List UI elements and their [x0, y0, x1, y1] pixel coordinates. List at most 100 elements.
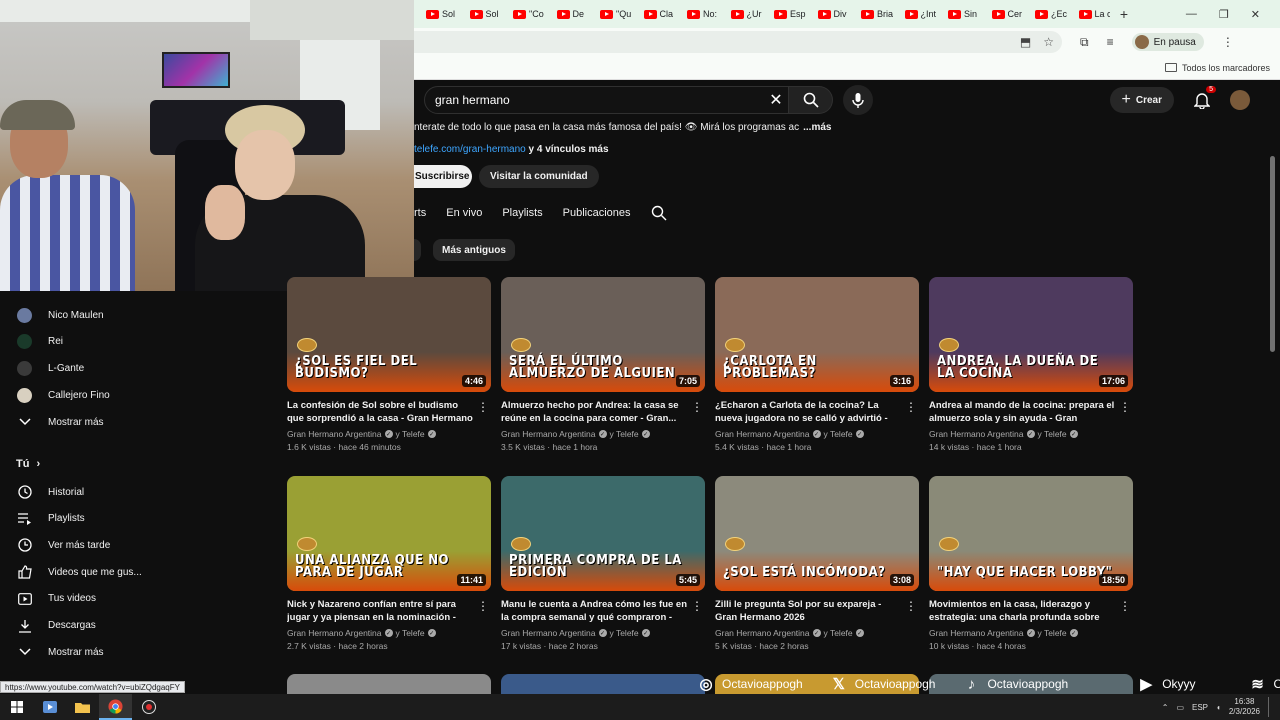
channel-description[interactable]: nterate de todo lo que pasa en la casa m… [414, 122, 831, 133]
omnibox[interactable]: ⬒ ☆ [414, 31, 1062, 53]
sidebar-subscription[interactable]: Nico Maulen [0, 302, 200, 328]
video-card[interactable]: ¿SOL ESTÁ INCÓMODA? 3:08 Zilli le pregunta… [715, 476, 919, 651]
browser-tab[interactable]: Sin [936, 0, 980, 28]
collab-channel[interactable]: y Telefe [396, 628, 425, 638]
video-card[interactable]: ¿CARLOTA EN PROBLEMAS? 3:16 ¿Echaron a Car… [715, 277, 919, 452]
clock[interactable]: 16:38 2/3/2026 [1229, 697, 1260, 717]
description-more-link[interactable]: ...más [803, 122, 831, 133]
sidebar-item-liked[interactable]: Videos que me gus... [0, 559, 200, 585]
video-title[interactable]: Movimientos en la casa, liderazgo y estr… [929, 598, 1115, 624]
visit-community-button[interactable]: Visitar la comunidad [479, 165, 599, 188]
more-actions-icon[interactable]: ⋮ [1119, 400, 1131, 414]
sidebar-subscription[interactable]: Callejero Fino [0, 382, 200, 408]
install-icon[interactable]: ⬒ [1020, 35, 1031, 49]
video-thumbnail[interactable]: "HAY QUE HACER LOBBY" 18:50 [929, 476, 1133, 591]
browser-tab[interactable]: De [545, 0, 589, 28]
clear-search-icon[interactable]: ✕ [764, 90, 788, 110]
extensions-icon[interactable]: ⧉ [1080, 35, 1089, 50]
video-card[interactable]: UNA ALIANZA QUE NO PARA DE JUGAR 11:41 Nic… [287, 476, 491, 651]
search-button[interactable] [789, 86, 833, 114]
language-indicator[interactable]: ESP [1192, 703, 1208, 712]
video-title[interactable]: Nick y Nazareno confían entre sí para ju… [287, 598, 473, 624]
browser-tab[interactable]: "Co [501, 0, 545, 28]
browser-menu-icon[interactable]: ⋮ [1222, 35, 1234, 49]
more-actions-icon[interactable]: ⋮ [905, 599, 917, 613]
more-actions-icon[interactable]: ⋮ [477, 400, 489, 414]
media-player-taskbar-button[interactable] [33, 694, 66, 720]
video-title[interactable]: La confesión de Sol sobre el budismo que… [287, 399, 473, 425]
chrome-taskbar-button[interactable] [99, 694, 132, 720]
browser-tab[interactable]: Bria [849, 0, 893, 28]
show-desktop-button[interactable] [1268, 697, 1272, 717]
sidebar-item-downloads[interactable]: Descargas [0, 613, 200, 639]
voice-search-button[interactable] [843, 85, 873, 115]
more-actions-icon[interactable]: ⋮ [905, 400, 917, 414]
channel-name[interactable]: Gran Hermano Argentina [715, 429, 810, 439]
video-thumbnail[interactable]: PRIMERA COMPRA DE LA EDICIÓN 5:45 [501, 476, 705, 591]
collab-channel[interactable]: y Telefe [824, 628, 853, 638]
video-thumbnail[interactable]: SERÁ EL ÚLTIMO ALMUERZO DE ALGUIEN 7:05 [501, 277, 705, 392]
browser-tab[interactable]: Sol [458, 0, 502, 28]
more-links-link[interactable]: y 4 vínculos más [529, 144, 609, 155]
tab-shorts[interactable]: rts [414, 207, 426, 219]
network-icon[interactable]: ▭ [1176, 703, 1184, 712]
tab-live[interactable]: En vivo [446, 207, 482, 219]
sidebar-item-your-videos[interactable]: Tus videos [0, 586, 200, 612]
video-card[interactable]: SERÁ EL ÚLTIMO ALMUERZO DE ALGUIEN 7:05 Al… [501, 277, 705, 452]
browser-tab[interactable]: "Qu [588, 0, 632, 28]
media-icon[interactable]: ≡ [1107, 35, 1114, 49]
collab-channel[interactable]: y Telefe [1038, 628, 1067, 638]
channel-search-icon[interactable] [651, 205, 667, 221]
video-title[interactable]: ¿Echaron a Carlota de la cocina? La nuev… [715, 399, 901, 425]
sidebar-item-playlists[interactable]: Playlists [0, 506, 200, 532]
search-input[interactable]: gran hermano ✕ [424, 86, 789, 114]
channel-name[interactable]: Gran Hermano Argentina [287, 628, 382, 638]
collab-channel[interactable]: y Telefe [610, 429, 639, 439]
video-thumbnail[interactable]: ¿CARLOTA EN PROBLEMAS? 3:16 [715, 277, 919, 392]
video-card[interactable]: ANDREA, LA DUEÑA DE LA COCINA 17:06 Andrea… [929, 277, 1133, 452]
more-actions-icon[interactable]: ⋮ [1119, 599, 1131, 613]
video-thumbnail[interactable]: ANDREA, LA DUEÑA DE LA COCINA 17:06 [929, 277, 1133, 392]
more-actions-icon[interactable]: ⋮ [691, 400, 703, 414]
collab-channel[interactable]: y Telefe [824, 429, 853, 439]
new-tab-button[interactable]: + [1110, 6, 1138, 22]
sidebar-item-history[interactable]: Historial [0, 479, 200, 505]
video-title[interactable]: Almuerzo hecho por Andrea: la casa se re… [501, 399, 687, 425]
restore-icon[interactable]: ❐ [1219, 8, 1229, 21]
video-thumbnail[interactable] [287, 674, 491, 694]
volume-icon[interactable]: ◖ [1216, 703, 1221, 712]
collab-channel[interactable]: y Telefe [1038, 429, 1067, 439]
collab-channel[interactable]: y Telefe [396, 429, 425, 439]
browser-tab[interactable]: No: [675, 0, 719, 28]
sidebar-subscription[interactable]: Rei [0, 329, 200, 355]
more-actions-icon[interactable]: ⋮ [477, 599, 489, 613]
chip-partial[interactable] [414, 239, 421, 261]
sidebar-subscription[interactable]: L-Gante [0, 355, 200, 381]
subscribe-button[interactable]: Suscribirse [414, 165, 472, 188]
channel-website-link[interactable]: telefe.com/gran-hermano [414, 144, 526, 155]
channel-name[interactable]: Gran Hermano Argentina [929, 628, 1024, 638]
video-card[interactable]: ¿SOL ES FIEL DEL BUDISMO? 4:46 La confesió… [287, 277, 491, 452]
video-thumbnail[interactable]: ¿SOL ES FIEL DEL BUDISMO? 4:46 [287, 277, 491, 392]
browser-tab[interactable]: Cla [632, 0, 676, 28]
channel-name[interactable]: Gran Hermano Argentina [501, 628, 596, 638]
tab-playlists[interactable]: Playlists [502, 207, 542, 219]
video-card[interactable]: "HAY QUE HACER LOBBY" 18:50 Movimientos en… [929, 476, 1133, 651]
browser-tab[interactable]: ¿Int [893, 0, 936, 28]
page-scrollbar[interactable] [1270, 156, 1275, 352]
video-thumbnail[interactable] [501, 674, 705, 694]
browser-tab[interactable]: ¿Ur [719, 0, 763, 28]
more-actions-icon[interactable]: ⋮ [691, 599, 703, 613]
browser-tab[interactable]: Esp [762, 0, 806, 28]
minimize-icon[interactable]: — [1186, 8, 1197, 21]
chip-oldest[interactable]: Más antiguos [433, 239, 515, 261]
channel-name[interactable]: Gran Hermano Argentina [715, 628, 810, 638]
you-section-header[interactable]: Tú › [16, 458, 40, 470]
browser-tab[interactable]: Cer [980, 0, 1024, 28]
sidebar-show-more[interactable]: Mostrar más [0, 639, 200, 665]
video-title[interactable]: Andrea al mando de la cocina: prepara el… [929, 399, 1115, 425]
browser-tab[interactable]: Div [806, 0, 850, 28]
channel-name[interactable]: Gran Hermano Argentina [287, 429, 382, 439]
start-button[interactable] [0, 694, 33, 720]
video-title[interactable]: Manu le cuenta a Andrea cómo les fue en … [501, 598, 687, 624]
